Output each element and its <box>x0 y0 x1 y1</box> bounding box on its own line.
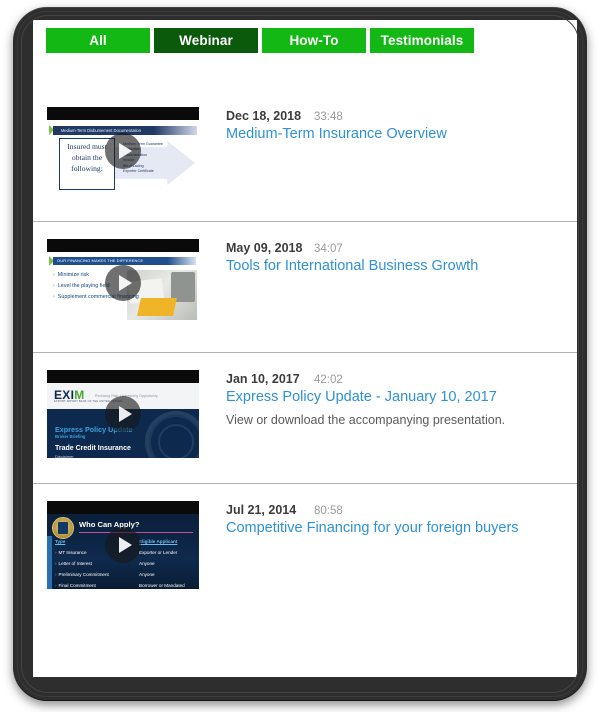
slide-line4: Disclaimer <box>55 454 74 458</box>
video-thumbnail[interactable]: EXIM EXPORT-IMPORT BANK OF THE UNITED ST… <box>47 370 199 458</box>
play-triangle-icon <box>118 537 132 553</box>
video-title-link[interactable]: Tools for International Business Growth <box>226 257 577 276</box>
slide-table-col2-header: Eligible Applicant <box>139 539 178 544</box>
slide-table-cell-type: Preliminary Commitment <box>55 569 109 580</box>
video-date: May 09, 2018 <box>226 241 303 255</box>
list-gutter <box>33 370 47 483</box>
play-icon[interactable] <box>105 133 141 169</box>
thumbnail-letterbox <box>47 239 199 252</box>
play-icon[interactable] <box>105 527 141 563</box>
slide-table-cell-applicant: Anyone <box>139 561 155 566</box>
play-triangle-icon <box>118 275 132 291</box>
video-meta: May 09, 2018 34:07 Tools for Internation… <box>199 239 577 352</box>
video-title-link[interactable]: Express Policy Update - January 10, 2017 <box>226 388 577 407</box>
slide-header: OUR FINANCING MAKES THE DIFFERENCE <box>53 257 196 265</box>
slide-table-cell-applicant: Borrower or Mandated Lender <box>139 583 185 588</box>
video-list: Medium-Term Disbursement Documentation I… <box>33 90 577 614</box>
video-list-item[interactable]: Medium-Term Disbursement Documentation I… <box>33 90 577 221</box>
video-title-link[interactable]: Medium-Term Insurance Overview <box>226 125 577 144</box>
video-thumbnail[interactable]: Medium-Term Disbursement Documentation I… <box>47 107 199 195</box>
seal-watermark-icon <box>145 411 199 458</box>
list-gutter <box>33 107 47 221</box>
slide-table-cell-type: MT Insurance <box>55 547 87 558</box>
play-icon[interactable] <box>105 396 141 432</box>
device-screen: All Webinar How-To Testimonials Medium-T… <box>33 20 577 677</box>
video-description: View or download the accompanying presen… <box>226 413 506 427</box>
video-meta-row: Dec 18, 2018 33:48 <box>226 107 577 123</box>
play-icon[interactable] <box>105 265 141 301</box>
play-triangle-icon <box>118 406 132 422</box>
slide-left-bar <box>47 536 52 589</box>
video-duration: 80:58 <box>314 505 343 517</box>
slide-table-row: Final Commitment Borrower or Mandated Le… <box>55 580 195 589</box>
slide-table-col1-header: Type <box>55 539 66 544</box>
device-frame: All Webinar How-To Testimonials Medium-T… <box>13 7 587 701</box>
thumbnail-letterbox <box>47 107 199 120</box>
video-date-cell: Jan 10, 2017 <box>226 370 314 388</box>
video-date: Dec 18, 2018 <box>226 109 302 123</box>
video-meta: Dec 18, 2018 33:48 Medium-Term Insurance… <box>199 107 577 221</box>
thumbnail-letterbox <box>47 370 199 383</box>
tab-webinar[interactable]: Webinar <box>154 28 258 53</box>
list-gutter <box>33 239 47 352</box>
list-gutter <box>33 501 47 614</box>
slide-subtitle: Broker Briefing <box>55 434 86 439</box>
video-meta: Jan 10, 2017 42:02 Express Policy Update… <box>199 370 577 483</box>
video-duration: 33:48 <box>314 111 343 123</box>
tab-how-to[interactable]: How-To <box>262 28 366 53</box>
category-tab-bar: All Webinar How-To Testimonials <box>46 28 474 53</box>
video-date-cell: Dec 18, 2018 <box>226 107 314 125</box>
slide-table-row: Preliminary Commitment Anyone <box>55 569 195 580</box>
video-title-link[interactable]: Competitive Financing for your foreign b… <box>226 519 577 538</box>
video-date-cell: May 09, 2018 <box>226 239 314 257</box>
video-meta-row: Jul 21, 2014 80:58 <box>226 501 577 517</box>
video-list-item[interactable]: Who Can Apply? Type Eligible Applicant M… <box>33 483 577 614</box>
video-meta-row: May 09, 2018 34:07 <box>226 239 577 255</box>
video-list-item[interactable]: EXIM EXPORT-IMPORT BANK OF THE UNITED ST… <box>33 352 577 483</box>
slide-table-cell-applicant: Anyone <box>139 572 155 577</box>
tab-all[interactable]: All <box>46 28 150 53</box>
video-thumbnail[interactable]: OUR FINANCING MAKES THE DIFFERENCE Minim… <box>47 239 199 327</box>
slide-line3: Trade Credit Insurance <box>55 445 131 452</box>
thumbnail-letterbox <box>47 501 199 514</box>
video-duration: 42:02 <box>314 374 343 386</box>
play-triangle-icon <box>118 143 132 159</box>
video-duration: 34:07 <box>314 243 343 255</box>
slide-table-cell-type: Final Commitment <box>55 580 96 589</box>
slide-table-cell-applicant: Exporter or Lender <box>139 550 178 555</box>
video-list-item[interactable]: OUR FINANCING MAKES THE DIFFERENCE Minim… <box>33 221 577 352</box>
slide-bullet: Exporter Certificate <box>123 169 154 174</box>
video-date: Jan 10, 2017 <box>226 372 300 386</box>
tab-testimonials[interactable]: Testimonials <box>370 28 474 53</box>
video-meta-row: Jan 10, 2017 42:02 <box>226 370 577 386</box>
video-date: Jul 21, 2014 <box>226 503 297 517</box>
slide-table-cell-type: Letter of Interest <box>55 558 92 569</box>
video-meta: Jul 21, 2014 80:58 Competitive Financing… <box>199 501 577 614</box>
video-thumbnail[interactable]: Who Can Apply? Type Eligible Applicant M… <box>47 501 199 589</box>
video-date-cell: Jul 21, 2014 <box>226 501 314 519</box>
